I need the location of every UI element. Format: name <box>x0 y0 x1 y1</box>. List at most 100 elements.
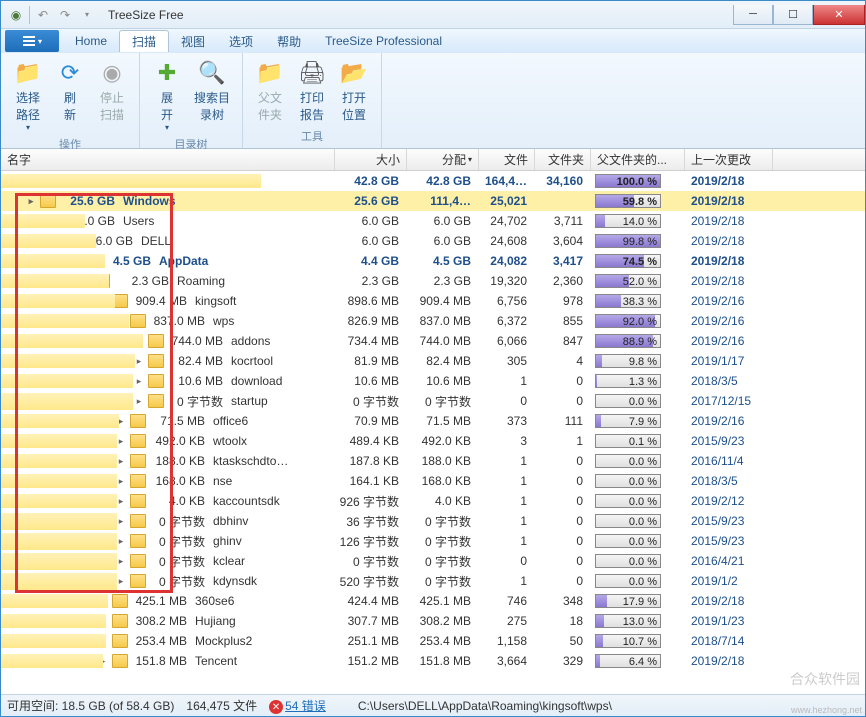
tab-pro[interactable]: TreeSize Professional <box>313 30 454 52</box>
tree-row[interactable]: ▸0 字节数kclear0 字节数0 字节数000.0 %2016/4/21 <box>1 551 865 571</box>
tree-row[interactable]: ▾42.8 GBC:\42.8 GB42.8 GB164,4…34,160100… <box>1 171 865 191</box>
tree-row[interactable]: ▾909.4 MBkingsoft898.6 MB909.4 MB6,75697… <box>1 291 865 311</box>
folder-icon <box>148 374 164 388</box>
cell-files: 25,021 <box>479 194 535 208</box>
undo-icon[interactable]: ↶ <box>34 6 52 24</box>
cell-files: 0 <box>479 554 535 568</box>
cell-alloc: 168.0 KB <box>407 474 479 488</box>
cell-size: 151.2 MB <box>335 654 407 668</box>
cell-files: 746 <box>479 594 535 608</box>
expander-icon[interactable]: ▸ <box>25 196 37 207</box>
tab-scan[interactable]: 扫描 <box>119 30 169 52</box>
stop-icon: ◉ <box>98 59 126 87</box>
header-folders[interactable]: 文件夹 <box>535 149 591 170</box>
tree-row[interactable]: ▾4.5 GBAppData4.4 GB4.5 GB24,0823,41774.… <box>1 251 865 271</box>
status-errors[interactable]: ✕54 错误 <box>269 697 326 715</box>
header-files[interactable]: 文件 <box>479 149 535 170</box>
cell-size: 926 字节数 <box>335 493 407 510</box>
open-location-button[interactable]: 📂打开位置 <box>335 55 373 127</box>
expander-icon[interactable]: ▸ <box>133 396 145 407</box>
cell-percent: 0.0 % <box>591 534 685 548</box>
tree-row[interactable]: ▸82.4 MBkocrtool81.9 MB82.4 MB30549.8 %2… <box>1 351 865 371</box>
window-controls: ─ ☐ ✕ <box>733 5 865 25</box>
status-file-count: 164,475 文件 <box>186 697 257 714</box>
cell-files: 6,756 <box>479 294 535 308</box>
tree-row[interactable]: ▸168.0 KBnse164.1 KB168.0 KB100.0 %2018/… <box>1 471 865 491</box>
cell-size: 10.6 MB <box>335 374 407 388</box>
tree-row[interactable]: ▸25.6 GBWindows25.6 GB111,4…25,02159.8 %… <box>1 191 865 211</box>
header-date[interactable]: 上一次更改 <box>685 149 773 170</box>
expand-button[interactable]: ✚展开▾ <box>148 55 186 136</box>
row-name: 10.6 MBdownload <box>167 374 335 388</box>
cell-files: 0 <box>479 394 535 408</box>
search-tree-button[interactable]: 🔍搜索目录树 <box>190 55 234 127</box>
cell-files: 24,082 <box>479 254 535 268</box>
cell-size: 4.4 GB <box>335 254 407 268</box>
cell-size: 70.9 MB <box>335 414 407 428</box>
row-name: 909.4 MBkingsoft <box>131 294 335 308</box>
print-report-button[interactable]: 🖨打印报告 <box>293 55 331 127</box>
tree-row[interactable]: ▸253.4 MBMockplus2251.1 MB253.4 MB1,1585… <box>1 631 865 651</box>
tree-row[interactable]: ▸744.0 MBaddons734.4 MB744.0 MB6,0668478… <box>1 331 865 351</box>
tree-row[interactable]: ▸308.2 MBHujiang307.7 MB308.2 MB2751813.… <box>1 611 865 631</box>
row-name: 253.4 MBMockplus2 <box>131 634 335 648</box>
tree-area[interactable]: ▾42.8 GBC:\42.8 GB42.8 GB164,4…34,160100… <box>1 171 865 694</box>
cell-alloc: 188.0 KB <box>407 454 479 468</box>
tree-row[interactable]: ▸151.8 MBTencent151.2 MB151.8 MB3,664329… <box>1 651 865 671</box>
dropdown-icon[interactable]: ▾ <box>78 6 96 24</box>
app-menu-button[interactable]: ▾ <box>5 30 59 52</box>
close-button[interactable]: ✕ <box>813 5 865 25</box>
refresh-button[interactable]: ⟳刷新 <box>51 55 89 127</box>
tree-row[interactable]: ▾2.3 GBRoaming2.3 GB2.3 GB19,3202,36052.… <box>1 271 865 291</box>
cell-date: 2015/9/23 <box>685 434 773 448</box>
tree-row[interactable]: ▸71.5 MBoffice670.9 MB71.5 MB3731117.9 %… <box>1 411 865 431</box>
minimize-button[interactable]: ─ <box>733 5 773 25</box>
tree-row[interactable]: ▾837.0 MBwps826.9 MB837.0 MB6,37285592.0… <box>1 311 865 331</box>
cell-alloc: 0 字节数 <box>407 573 479 590</box>
tree-row[interactable]: ▾6.0 GBUsers6.0 GB6.0 GB24,7023,71114.0 … <box>1 211 865 231</box>
expand-icon: ✚ <box>153 59 181 87</box>
cell-date: 2019/1/2 <box>685 574 773 588</box>
tree-row[interactable]: ▸0 字节数kdynsdk520 字节数0 字节数100.0 %2019/1/2 <box>1 571 865 591</box>
tree-row[interactable]: ▸10.6 MBdownload10.6 MB10.6 MB101.3 %201… <box>1 371 865 391</box>
cell-date: 2019/2/18 <box>685 654 773 668</box>
ribbon-group-tools: 📁父文件夹 🖨打印报告 📂打开位置 工具 <box>243 53 382 148</box>
select-path-button[interactable]: 📁选择路径▾ <box>9 55 47 136</box>
cell-percent: 92.0 % <box>591 314 685 328</box>
tab-view[interactable]: 视图 <box>169 30 217 52</box>
tab-home[interactable]: Home <box>63 30 119 52</box>
cell-percent: 0.0 % <box>591 554 685 568</box>
folder-icon <box>130 474 146 488</box>
maximize-button[interactable]: ☐ <box>773 5 813 25</box>
tree-row[interactable]: ▸0 字节数dbhinv36 字节数0 字节数100.0 %2015/9/23 <box>1 511 865 531</box>
header-size[interactable]: 大小 <box>335 149 407 170</box>
cell-percent: 14.0 % <box>591 214 685 228</box>
tree-row[interactable]: ▸0 字节数ghinv126 字节数0 字节数100.0 %2015/9/23 <box>1 531 865 551</box>
cell-folders: 34,160 <box>535 174 591 188</box>
cell-files: 3,664 <box>479 654 535 668</box>
header-alloc[interactable]: 分配▾ <box>407 149 479 170</box>
stop-scan-button[interactable]: ◉停止扫描 <box>93 55 131 127</box>
cell-date: 2016/4/21 <box>685 554 773 568</box>
cell-size: 424.4 MB <box>335 594 407 608</box>
tree-row[interactable]: ▸188.0 KBktaskschdto…187.8 KB188.0 KB100… <box>1 451 865 471</box>
row-name: 492.0 KBwtoolx <box>149 434 335 448</box>
tree-row[interactable]: ▸492.0 KBwtoolx489.4 KB492.0 KB310.1 %20… <box>1 431 865 451</box>
tree-row[interactable]: ▸4.0 KBkaccountsdk926 字节数4.0 KB100.0 %20… <box>1 491 865 511</box>
tree-row[interactable]: ▸425.1 MB360se6424.4 MB425.1 MB74634817.… <box>1 591 865 611</box>
redo-icon[interactable]: ↷ <box>56 6 74 24</box>
window-title: TreeSize Free <box>102 8 184 22</box>
tab-options[interactable]: 选项 <box>217 30 265 52</box>
print-icon: 🖨 <box>298 59 326 87</box>
tree-row[interactable]: ▾6.0 GBDELL6.0 GB6.0 GB24,6083,60499.8 %… <box>1 231 865 251</box>
tab-help[interactable]: 帮助 <box>265 30 313 52</box>
row-name: 25.6 GBWindows <box>59 194 335 208</box>
cell-size: 42.8 GB <box>335 174 407 188</box>
header-pct[interactable]: 父文件夹的... <box>591 149 685 170</box>
parent-folder-button[interactable]: 📁父文件夹 <box>251 55 289 127</box>
cell-size: 126 字节数 <box>335 533 407 550</box>
expander-icon[interactable]: ▸ <box>133 376 145 387</box>
ribbon: 📁选择路径▾ ⟳刷新 ◉停止扫描 操作 ✚展开▾ 🔍搜索目录树 目录树 📁父文件… <box>1 53 865 149</box>
header-name[interactable]: 名字 <box>1 149 335 170</box>
tree-row[interactable]: ▸0 字节数startup0 字节数0 字节数000.0 %2017/12/15 <box>1 391 865 411</box>
